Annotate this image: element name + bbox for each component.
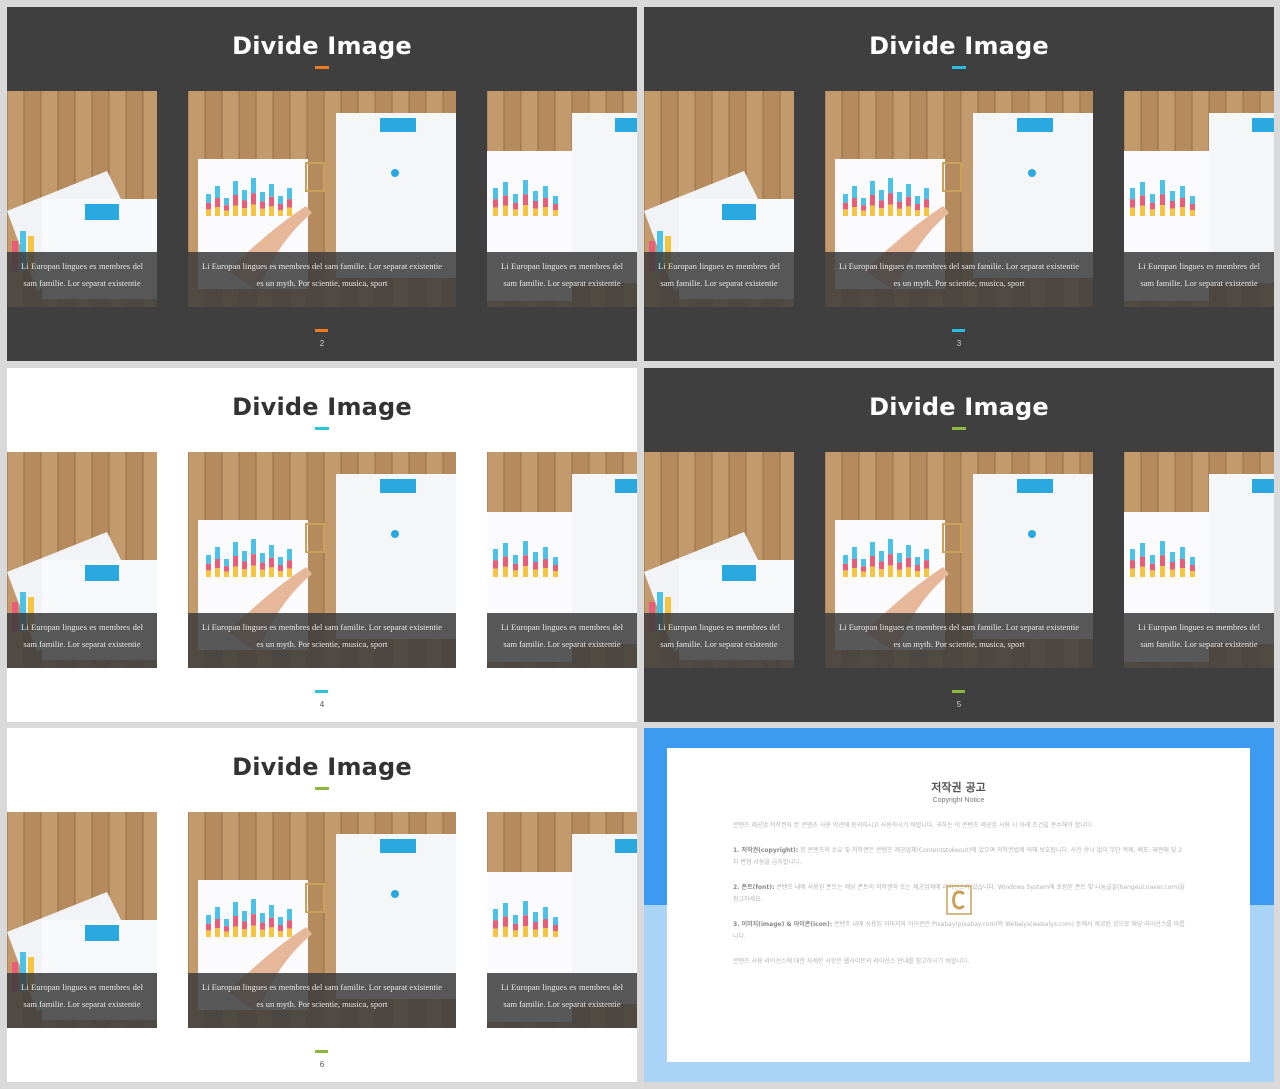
photo-left: Li Europan lingues es membres del sam fa… — [644, 91, 794, 307]
caption-left: Li Europan lingues es membres del sam fa… — [7, 613, 157, 668]
photo-right: Li Europan lingues es membres del sam fa… — [1124, 91, 1274, 307]
slide-title: Divide Image — [869, 393, 1049, 421]
caption-left: Li Europan lingues es membres del sam fa… — [644, 613, 794, 668]
photo-center: Li Europan lingues es membres del sam fa… — [188, 452, 456, 668]
slide-title: Divide Image — [869, 32, 1049, 60]
notice-item-image: 3. 이미지(image) & 아이콘(icon): 콘텐츠 내에 사용된 이미… — [733, 919, 1185, 944]
notice-title: 저작권 공고 — [931, 781, 986, 794]
title-accent-bar — [952, 427, 966, 430]
caption-center: Li Europan lingues es membres del sam fa… — [825, 252, 1093, 307]
caption-left: Li Europan lingues es membres del sam fa… — [7, 973, 157, 1028]
slide-thumbnail-2[interactable]: Divide Image Li Europan lingues es membr… — [7, 7, 637, 361]
notice-card: 저작권 공고 Copyright Notice 콘텐츠 제공업 저작권자 본 콘… — [667, 748, 1250, 1062]
notice-intro: 콘텐츠 제공업 저작권자 본 콘텐츠 사용 약관에 동의하시고 사용하시기 바랍… — [733, 822, 1094, 829]
slide-title: Divide Image — [232, 753, 412, 781]
notice-item-copyright-body: 본 콘텐츠의 소유 및 저작권은 콘텐츠 제공업체(Contentstokeou… — [733, 846, 1183, 867]
page-accent-bar — [952, 329, 965, 332]
caption-center: Li Europan lingues es membres del sam fa… — [188, 613, 456, 668]
brand-watermark-icon — [946, 885, 972, 915]
title-accent-bar — [315, 787, 329, 790]
slide-thumbnail-6[interactable]: Divide Image Li Europan lingues es membr… — [7, 728, 637, 1082]
page-number: 4 — [319, 700, 325, 709]
page-accent-bar — [315, 1050, 328, 1053]
caption-center: Li Europan lingues es membres del sam fa… — [188, 252, 456, 307]
notice-item-copyright-head: 1. 저작권(copyright): — [733, 846, 799, 854]
photo-center: Li Europan lingues es membres del sam fa… — [188, 91, 456, 307]
photo-right: Li Europan lingues es membres del sam fa… — [487, 812, 637, 1028]
photo-center: Li Europan lingues es membres del sam fa… — [825, 452, 1093, 668]
notice-item-font-head: 2. 폰트(font): — [733, 883, 775, 891]
page-accent-bar — [315, 329, 328, 332]
page-accent-bar — [952, 690, 965, 693]
caption-center: Li Europan lingues es membres del sam fa… — [188, 973, 456, 1028]
caption-right: Li Europan lingues es membres del sam fa… — [487, 252, 637, 307]
caption-right: Li Europan lingues es membres del sam fa… — [1124, 252, 1274, 307]
caption-right: Li Europan lingues es membres del sam fa… — [1124, 613, 1274, 668]
photo-center: Li Europan lingues es membres del sam fa… — [188, 812, 456, 1028]
photo-right: Li Europan lingues es membres del sam fa… — [487, 452, 637, 668]
slide-thumbnail-3[interactable]: Divide Image Li Europan lingues es membr… — [644, 7, 1274, 361]
photo-center: Li Europan lingues es membres del sam fa… — [825, 91, 1093, 307]
title-accent-bar — [315, 66, 329, 69]
slide-thumbnail-5[interactable]: Divide Image Li Europan lingues es membr… — [644, 368, 1274, 722]
caption-right: Li Europan lingues es membres del sam fa… — [487, 973, 637, 1028]
notice-item-image-head: 3. 이미지(image) & 아이콘(icon): — [733, 920, 833, 928]
title-accent-bar — [952, 66, 966, 69]
title-accent-bar — [315, 427, 329, 430]
photo-right: Li Europan lingues es membres del sam fa… — [1124, 452, 1274, 668]
copyright-notice-slide[interactable]: 저작권 공고 Copyright Notice 콘텐츠 제공업 저작권자 본 콘… — [644, 728, 1274, 1082]
page-number: 5 — [956, 700, 962, 709]
caption-left: Li Europan lingues es membres del sam fa… — [644, 252, 794, 307]
photo-left: Li Europan lingues es membres del sam fa… — [7, 812, 157, 1028]
photo-right: Li Europan lingues es membres del sam fa… — [487, 91, 637, 307]
notice-outro: 콘텐츠 사용 라이선스에 대한 자세한 사항은 웹사이트의 라이선스 안내를 참… — [733, 957, 970, 965]
slide-thumbnail-4[interactable]: Divide Image Li Europan lingues es membr… — [7, 368, 637, 722]
notice-item-copyright: 1. 저작권(copyright): 본 콘텐츠의 소유 및 저작권은 콘텐츠 … — [733, 845, 1185, 870]
page-number: 2 — [319, 339, 325, 348]
slide-title: Divide Image — [232, 32, 412, 60]
notice-subtitle: Copyright Notice — [932, 797, 985, 804]
caption-right: Li Europan lingues es membres del sam fa… — [487, 613, 637, 668]
page-number: 3 — [956, 339, 962, 348]
caption-center: Li Europan lingues es membres del sam fa… — [825, 613, 1093, 668]
photo-left: Li Europan lingues es membres del sam fa… — [7, 452, 157, 668]
page-accent-bar — [315, 690, 328, 693]
page-number: 6 — [319, 1060, 325, 1069]
slide-title: Divide Image — [232, 393, 412, 421]
photo-left: Li Europan lingues es membres del sam fa… — [7, 91, 157, 307]
photo-left: Li Europan lingues es membres del sam fa… — [644, 452, 794, 668]
caption-left: Li Europan lingues es membres del sam fa… — [7, 252, 157, 307]
